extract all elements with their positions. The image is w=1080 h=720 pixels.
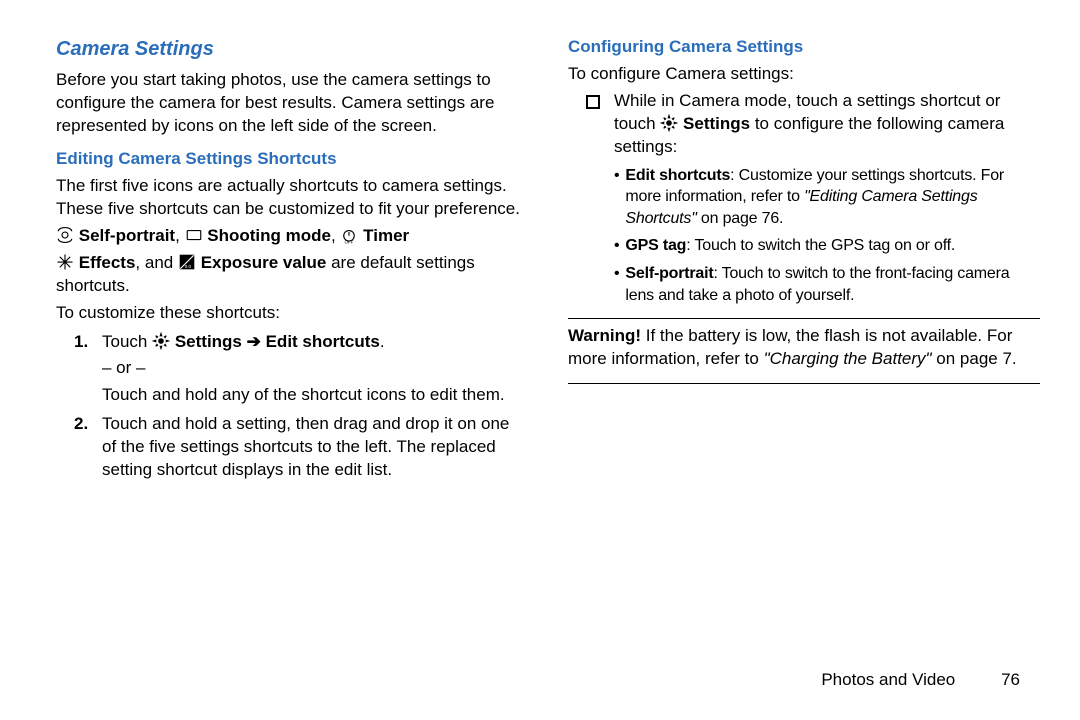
step-1: 1. Touch Settings ➔ Edit shortcuts. xyxy=(74,331,528,354)
step-2: 2. Touch and hold a setting, then drag a… xyxy=(74,413,528,482)
disc-item-gps-tag: • GPS tag: Touch to switch the GPS tag o… xyxy=(614,235,1040,257)
left-column: Camera Settings Before you start taking … xyxy=(56,36,528,640)
label-timer: Timer xyxy=(363,226,409,245)
horizontal-rule xyxy=(568,318,1040,319)
warning-label: Warning! xyxy=(568,326,641,345)
label-settings: Settings xyxy=(683,114,750,133)
shooting-mode-icon xyxy=(185,226,203,244)
svg-text:OFF: OFF xyxy=(345,239,354,244)
gear-icon xyxy=(152,332,170,350)
label-self-portrait: Self-portrait xyxy=(625,265,713,282)
label-shooting-mode: Shooting mode xyxy=(207,226,331,245)
label-self-portrait: Self-portrait xyxy=(79,226,175,245)
page-footer: Photos and Video 76 xyxy=(0,670,1080,690)
warning-paragraph: Warning! If the battery is low, the flas… xyxy=(568,325,1040,371)
self-portrait-icon xyxy=(56,226,74,244)
cross-ref-charging-battery: "Charging the Battery" xyxy=(764,349,932,368)
editing-shortcuts-paragraph: The first five icons are actually shortc… xyxy=(56,175,528,221)
svg-text:0.0: 0.0 xyxy=(185,264,192,269)
label-settings: Settings xyxy=(175,332,242,351)
disc-item-edit-shortcuts: • Edit shortcuts: Customize your setting… xyxy=(614,165,1040,230)
customize-lead: To customize these shortcuts: xyxy=(56,302,528,325)
subheading-configuring: Configuring Camera Settings xyxy=(568,36,1040,59)
exposure-value-icon: 0.0 xyxy=(178,253,196,271)
label-exposure-value: Exposure value xyxy=(201,253,327,272)
disc-item-self-portrait: • Self-portrait: Touch to switch to the … xyxy=(614,263,1040,306)
default-shortcuts-line-2: Effects, and 0.0 Exposure value are defa… xyxy=(56,252,528,298)
configure-lead: To configure Camera settings: xyxy=(568,63,1040,86)
step-number-2: 2. xyxy=(74,413,102,482)
intro-paragraph: Before you start taking photos, use the … xyxy=(56,69,528,138)
step-1-or: – or – xyxy=(102,357,528,380)
effects-icon xyxy=(56,253,74,271)
step-number-1: 1. xyxy=(74,331,102,354)
default-shortcuts-line: Self-portrait, Shooting mode, OFF Timer xyxy=(56,225,528,248)
label-gps-tag: GPS tag xyxy=(625,237,686,254)
step-1-alt: Touch and hold any of the shortcut icons… xyxy=(102,384,528,407)
label-effects: Effects xyxy=(79,253,136,272)
horizontal-rule xyxy=(568,383,1040,384)
footer-page-number: 76 xyxy=(980,670,1020,690)
right-column: Configuring Camera Settings To configure… xyxy=(568,36,1040,640)
footer-section: Photos and Video xyxy=(821,670,955,689)
heading-camera-settings: Camera Settings xyxy=(56,36,528,63)
square-bullet-item: While in Camera mode, touch a settings s… xyxy=(586,90,1040,159)
label-edit-shortcuts: Edit shortcuts xyxy=(625,167,730,184)
label-edit-shortcuts: Edit shortcuts xyxy=(266,332,380,351)
subheading-editing-shortcuts: Editing Camera Settings Shortcuts xyxy=(56,148,528,171)
square-bullet-icon xyxy=(586,95,600,109)
timer-icon: OFF xyxy=(340,226,358,244)
gear-icon xyxy=(660,114,678,132)
